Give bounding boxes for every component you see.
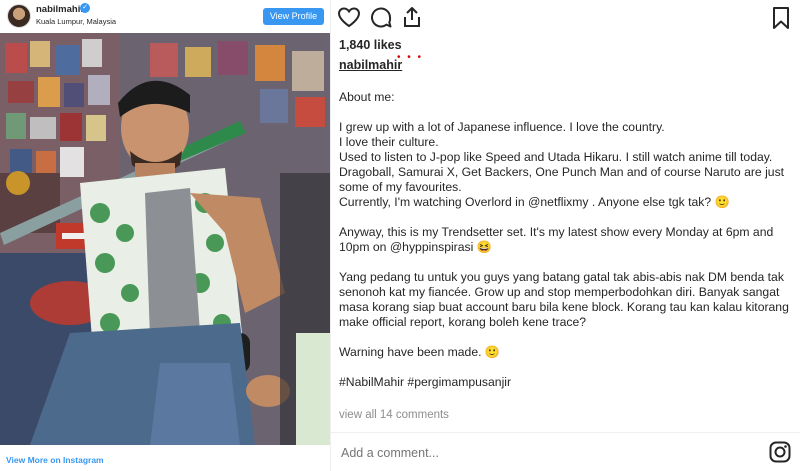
likes-count[interactable]: 1,840 likes xyxy=(339,38,402,52)
caption-line: Warning have been made. 🙂 xyxy=(339,345,501,359)
view-all-comments-link[interactable]: view all 14 comments xyxy=(339,409,449,421)
caption-hashtags[interactable]: #NabilMahir #pergimampusanjir xyxy=(339,375,791,390)
comment-input[interactable] xyxy=(339,445,763,461)
caption-line: I love their culture. xyxy=(339,135,439,149)
post-location[interactable]: Kuala Lumpur, Malaysia xyxy=(36,17,116,26)
caption-line: I grew up with a lot of Japanese influen… xyxy=(339,120,665,134)
post-header: nabilmahir ✓ Kuala Lumpur, Malaysia View… xyxy=(0,0,330,32)
post-photo-illustration xyxy=(0,33,330,445)
instagram-logo-icon[interactable] xyxy=(769,441,791,463)
post-username[interactable]: nabilmahir xyxy=(36,4,84,15)
caption-line: Anyway, this is my Trendsetter set. It's… xyxy=(339,225,777,254)
caption-text: About me: I grew up with a lot of Japane… xyxy=(339,90,791,390)
view-more-on-instagram-link[interactable]: View More on Instagram xyxy=(6,455,104,465)
verified-badge-icon: ✓ xyxy=(80,3,90,13)
share-icon[interactable] xyxy=(401,5,423,29)
caption-line: Currently, I'm watching Overlord in @net… xyxy=(339,195,730,209)
caption-line: Used to listen to J-pop like Speed and U… xyxy=(339,150,788,194)
annotation-dots: • • • xyxy=(397,52,424,63)
heart-icon[interactable] xyxy=(337,6,361,28)
divider xyxy=(331,432,800,433)
caption-line: About me: xyxy=(339,90,395,104)
comment-icon[interactable] xyxy=(369,6,393,30)
caption-author[interactable]: nabilmahir xyxy=(339,58,402,72)
post-photo[interactable] xyxy=(0,33,330,445)
bookmark-icon[interactable] xyxy=(771,6,791,30)
post-details-panel: 1,840 likes nabilmahir • • • About me: I… xyxy=(330,0,800,471)
post-media-panel: nabilmahir ✓ Kuala Lumpur, Malaysia View… xyxy=(0,0,330,471)
view-profile-button[interactable]: View Profile xyxy=(263,8,324,25)
caption-line: Yang pedang tu untuk you guys yang batan… xyxy=(339,270,793,329)
avatar[interactable] xyxy=(7,4,31,28)
